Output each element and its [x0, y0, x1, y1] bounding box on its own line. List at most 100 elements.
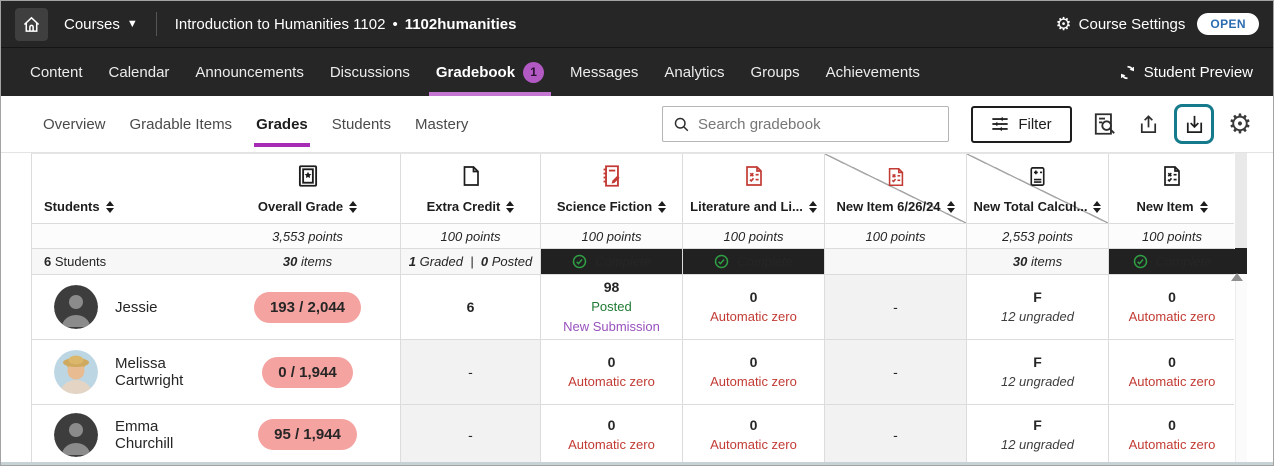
search-input[interactable] — [698, 116, 938, 133]
sort-icon — [349, 201, 357, 213]
horizontal-scrollbar[interactable] — [1, 462, 1273, 465]
grade-cell-new-item-626[interactable]: - — [824, 275, 966, 339]
summary-extra-credit-status: 1 Graded | 0 Posted — [400, 249, 540, 274]
grade-cell-literature[interactable]: 0 Automatic zero — [682, 340, 824, 404]
clipped-column-sliver — [1235, 153, 1247, 248]
automatic-zero-label: Automatic zero — [710, 435, 797, 455]
courses-dropdown[interactable]: Courses ▼ — [64, 16, 138, 33]
grades-table: Students Overall Grade — [31, 153, 1234, 464]
overall-grade-cell[interactable]: 193 / 2,044 — [215, 275, 400, 339]
gradebook-settings-button[interactable]: ⚙ — [1223, 105, 1257, 143]
subtab-grades[interactable]: Grades — [244, 96, 320, 152]
points-extra-credit: 100 points — [400, 224, 540, 248]
gear-icon: ⚙ — [1056, 15, 1072, 33]
grade-cell-literature[interactable]: 0 Automatic zero — [682, 275, 824, 339]
subtab-overview[interactable]: Overview — [31, 96, 118, 152]
tab-achievements[interactable]: Achievements — [813, 48, 933, 96]
course-navbar: Content Calendar Announcements Discussio… — [1, 48, 1273, 96]
grade-cell-new-total-calc[interactable]: F 12 ungraded — [966, 340, 1108, 404]
tab-announcements[interactable]: Announcements — [182, 48, 316, 96]
grade-cell-extra-credit[interactable]: 6 — [400, 275, 540, 339]
column-header-literature[interactable]: Literature and Li... — [682, 154, 824, 223]
summary-new-total-items: 30 items — [966, 249, 1108, 274]
grade-cell-new-item-626[interactable]: - — [824, 340, 966, 404]
download-button[interactable] — [1174, 104, 1214, 144]
tab-analytics[interactable]: Analytics — [651, 48, 737, 96]
column-header-science-fiction[interactable]: Science Fiction — [540, 154, 682, 223]
student-preview-button[interactable]: Student Preview — [1119, 48, 1257, 96]
overall-grade-pill: 95 / 1,944 — [258, 419, 357, 450]
subtab-gradable-items[interactable]: Gradable Items — [118, 96, 245, 152]
column-header-new-total-calc[interactable]: New Total Calcul... — [966, 154, 1108, 223]
course-name: Introduction to Humanities 1102 — [175, 16, 386, 33]
tab-content[interactable]: Content — [17, 48, 96, 96]
student-name-cell[interactable]: Melissa Cartwright — [32, 340, 215, 404]
topbar-right: ⚙ Course Settings OPEN — [1056, 13, 1259, 35]
column-header-overall-grade[interactable]: Overall Grade — [215, 154, 400, 223]
student-preview-label: Student Preview — [1144, 64, 1253, 81]
student-name-cell[interactable]: Emma Churchill — [32, 405, 215, 464]
grade-cell-new-total-calc[interactable]: F 12 ungraded — [966, 405, 1108, 464]
grade-cell-new-item-626[interactable]: - — [824, 405, 966, 464]
course-title: Introduction to Humanities 1102 • 1102hu… — [175, 16, 517, 33]
course-settings-button[interactable]: ⚙ Course Settings — [1056, 15, 1186, 33]
column-header-new-item-626[interactable]: New Item 6/26/24 — [824, 154, 966, 223]
table-header-row: Students Overall Grade — [32, 154, 1234, 224]
home-icon — [22, 15, 41, 34]
grade-cell-extra-credit[interactable]: - — [400, 405, 540, 464]
tab-gradebook[interactable]: Gradebook 1 — [423, 48, 557, 96]
grade-cell-new-total-calc[interactable]: F 12 ungraded — [966, 275, 1108, 339]
grade-cell-science-fiction[interactable]: 0 Automatic zero — [540, 340, 682, 404]
grade-cell-new-item[interactable]: 0 Automatic zero — [1108, 340, 1235, 404]
title-separator: • — [392, 16, 397, 33]
tab-groups[interactable]: Groups — [737, 48, 812, 96]
gradebook-count-badge: 1 — [523, 62, 544, 83]
grade-cell-extra-credit[interactable]: - — [400, 340, 540, 404]
avatar-photo — [54, 350, 98, 394]
new-submission-link[interactable]: New Submission — [563, 317, 660, 337]
sort-icon — [506, 201, 514, 213]
open-status-badge[interactable]: OPEN — [1197, 13, 1259, 35]
overall-grade-pill: 0 / 1,944 — [262, 357, 352, 388]
upload-button[interactable] — [1131, 105, 1165, 143]
subtab-mastery[interactable]: Mastery — [403, 96, 480, 152]
grade-cell-science-fiction[interactable]: 0 Automatic zero — [540, 405, 682, 464]
overall-grade-cell[interactable]: 0 / 1,944 — [215, 340, 400, 404]
grade-cell-literature[interactable]: 0 Automatic zero — [682, 405, 824, 464]
tab-discussions[interactable]: Discussions — [317, 48, 423, 96]
courses-label: Courses — [64, 16, 120, 33]
avatar — [54, 285, 98, 329]
sort-icon — [106, 201, 114, 213]
review-grades-button[interactable] — [1088, 105, 1122, 143]
points-science-fiction: 100 points — [540, 224, 682, 248]
filter-icon — [991, 115, 1009, 133]
award-icon — [295, 162, 321, 189]
home-button[interactable] — [15, 8, 48, 41]
upload-icon — [1137, 113, 1160, 136]
column-header-new-item[interactable]: New Item — [1108, 154, 1235, 223]
student-name-cell[interactable]: Jessie — [32, 275, 215, 339]
column-header-students[interactable]: Students — [32, 154, 215, 223]
grade-cell-new-item[interactable]: 0 Automatic zero — [1108, 275, 1235, 339]
overall-grade-cell[interactable]: 95 / 1,944 — [215, 405, 400, 464]
scroll-up-arrow[interactable] — [1231, 273, 1243, 281]
avatar — [54, 413, 98, 457]
grade-cell-science-fiction[interactable]: 98 Posted New Submission — [540, 275, 682, 339]
automatic-zero-label: Automatic zero — [568, 435, 655, 455]
settings-gear-icon: ⚙ — [1228, 111, 1252, 138]
grade-cell-new-item[interactable]: 0 Automatic zero — [1108, 405, 1235, 464]
vertical-scrollbar[interactable] — [1235, 274, 1247, 463]
filter-button[interactable]: Filter — [971, 106, 1072, 143]
gradebook-subnav: Overview Gradable Items Grades Students … — [1, 96, 1273, 153]
summary-row: 6 Students 30 items 1 Graded | 0 Posted … — [32, 249, 1234, 275]
tab-calendar[interactable]: Calendar — [96, 48, 183, 96]
points-row: 3,553 points 100 points 100 points 100 p… — [32, 224, 1234, 249]
automatic-zero-label: Automatic zero — [710, 307, 797, 327]
topbar-divider — [156, 12, 157, 36]
tab-messages[interactable]: Messages — [557, 48, 651, 96]
check-circle-icon — [1133, 254, 1148, 269]
subtab-students[interactable]: Students — [320, 96, 403, 152]
status-badge-complete: Complete — [1108, 249, 1235, 274]
calculator-icon-hidden — [1026, 162, 1049, 189]
column-header-extra-credit[interactable]: Extra Credit — [400, 154, 540, 223]
